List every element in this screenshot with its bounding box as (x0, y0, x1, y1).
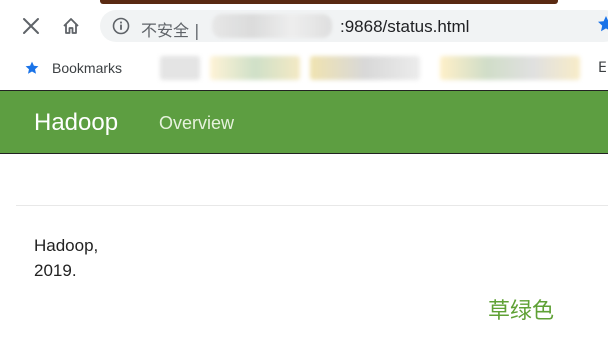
footer-line-1: Hadoop, (34, 236, 99, 255)
info-icon[interactable] (112, 17, 130, 35)
site-navbar: Hadoop Overview (0, 90, 608, 154)
url-redacted (212, 14, 332, 38)
security-status-text: 不安全 | (141, 21, 200, 40)
browser-toolbar: 不安全 | :9868/status.html (0, 4, 608, 48)
bookmark-redacted (440, 56, 580, 80)
brand-link[interactable]: Hadoop (34, 109, 118, 137)
bookmark-star-icon (25, 61, 39, 74)
bookmark-redacted (310, 56, 420, 80)
footer-line-2: 2019. (34, 261, 77, 280)
bookmarks-bar: Bookmarks El (0, 48, 608, 90)
bookmark-redacted (160, 56, 200, 80)
url-text[interactable]: :9868/status.html (340, 17, 469, 37)
bookmarks-label[interactable]: Bookmarks (52, 60, 122, 76)
content-divider (16, 205, 608, 206)
address-bar[interactable]: 不安全 | :9868/status.html (100, 10, 608, 42)
bookmarks-overflow[interactable]: El (598, 60, 608, 76)
bookmark-redacted (210, 56, 300, 80)
star-icon[interactable] (596, 14, 608, 34)
color-annotation-label: 草绿色 (488, 299, 555, 324)
nav-link-overview[interactable]: Overview (159, 113, 234, 134)
close-icon[interactable] (15, 10, 47, 42)
footer-copyright: Hadoop, 2019. (34, 233, 98, 283)
home-icon[interactable] (55, 10, 87, 42)
